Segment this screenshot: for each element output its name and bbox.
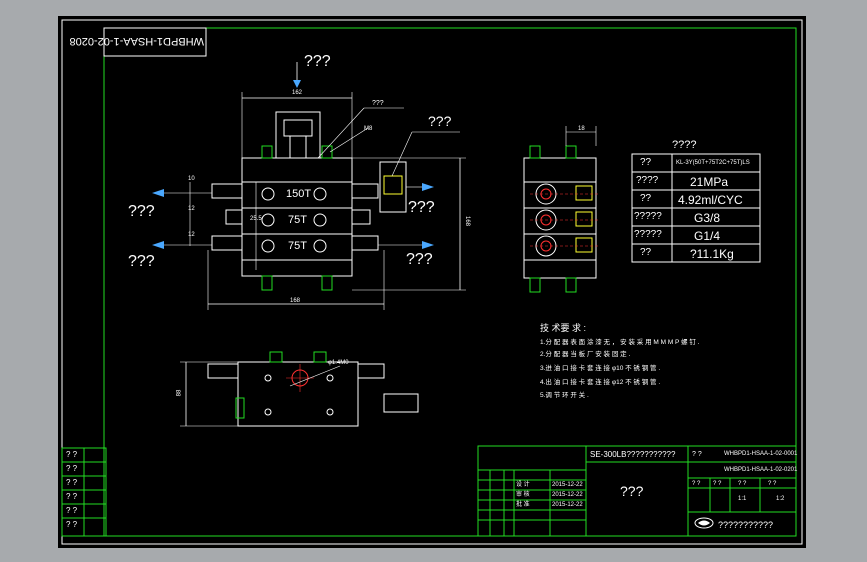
title-code-1: WHBPD1-HSAA-1-02-0001 [724,451,798,457]
spec-row-4-val: G1/4 [694,229,721,243]
spec-row-1-val: 21MPa [690,175,729,189]
title-scale-label: ? ? [738,481,747,487]
title-product: SE-300LB??????????? [590,450,676,459]
left-strip-cell: ? ? [66,492,78,501]
title-scale-value: 1:2 [776,496,785,502]
title-scale-label: ? ? [768,481,777,487]
spec-table-lines [631,153,761,263]
dim-inlet-b: 12 [188,206,195,212]
side-view [523,126,600,293]
top-view [180,351,419,427]
spec-row-5-key: ?? [640,247,652,258]
marker-left-lower: ??? [128,253,155,270]
spec-row-3-val: G3/8 [694,211,721,225]
left-strip-cell: ? ? [66,450,78,459]
port-label-2: 75T [288,214,307,226]
port-label-3: 75T [288,240,307,252]
dim-bottom-height: 88 [176,389,183,397]
dim-base-width: 168 [290,298,301,304]
notes-line-4: 4.出 油 口 接 卡 套 连 接 φ12 不 锈 钢 管 . [540,379,661,386]
title-role: 批 准 [516,502,530,508]
notes-line-3: 3.进 油 口 接 卡 套 连 接 φ10 不 锈 钢 管 . [540,365,661,372]
marker-leader-top: ??? [372,100,384,107]
dim-top-width: 162 [292,90,303,96]
notes-line-1: 1.分 配 器 表 面 涂 漆 无 ， 安 装 采 用 M M M P 螺 钉 … [540,339,700,346]
title-scale-value: 1:1 [738,496,747,502]
dim-pitch: 25.5 [250,216,262,222]
left-strip-cell: ? ? [66,478,78,487]
title-role: 审 核 [516,492,530,498]
company-logo-icon [694,517,714,529]
drawing-number-rotated: WHBPD1-HSAA-1-02-0208 [69,35,205,47]
port-label-1: 150T [286,188,312,200]
marker-callout: ??? [428,113,452,129]
spec-row-3-key: ????? [634,211,662,222]
marker-right-lower: ??? [406,251,433,268]
title-date: 2015-12-22 [552,482,583,488]
title-scale-label: ? ? [692,481,701,487]
title-role: 设 计 [516,482,530,488]
title-date: 2015-12-22 [552,502,583,508]
title-small: ? ? [692,451,702,458]
left-strip-cell: ? ? [66,506,78,515]
marker-top-arrow: ??? [304,53,331,70]
left-strip-cell: ? ? [66,520,78,529]
dim-inlet-a: 10 [188,176,195,182]
spec-row-1-key: ???? [636,175,659,186]
title-company: ??????????? [718,520,774,530]
title-name: ??? [620,483,644,499]
notes-line-5: 5.调 节 环 开 关 . [540,392,589,399]
spec-row-2-key: ?? [640,193,652,204]
title-date: 2015-12-22 [552,492,583,498]
spec-row-0-key: ?? [640,157,652,168]
dim-side-width: 18 [578,126,585,132]
notes-title: 技 术要 求 : [540,323,587,333]
spec-row-2-val: 4.92ml/CYC [678,193,743,207]
top-main-block [237,361,359,427]
front-sensor-inner [283,119,313,137]
notes-line-2: 2.分 配 器 当 板 厂 安 装 固 定 . [540,351,631,358]
marker-left-upper: ??? [128,203,155,220]
marker-right-mid: ??? [408,199,435,216]
outer-border [61,19,803,545]
spec-row-5-val: ?11.1Kg [690,247,734,261]
dim-right-height: 168 [464,215,471,227]
front-sensor-box [275,111,321,159]
title-code-2: WHBPD1-HSAA-1-02-0201 [724,467,798,473]
spec-table-title: ???? [672,139,697,151]
front-view [152,62,466,310]
dim-bolt: M8 [364,126,373,132]
spec-row-4-key: ????? [634,229,662,240]
left-strip-cell: ? ? [66,464,78,473]
dim-inlet-c: 12 [188,232,195,238]
title-scale-label: ? ? [713,481,722,487]
spec-row-0-val: KL-3Y(50T+75T2C+75T)LS [676,160,750,166]
dim-angle: φ1.4M0 [328,360,349,366]
cad-drawing [61,19,803,545]
